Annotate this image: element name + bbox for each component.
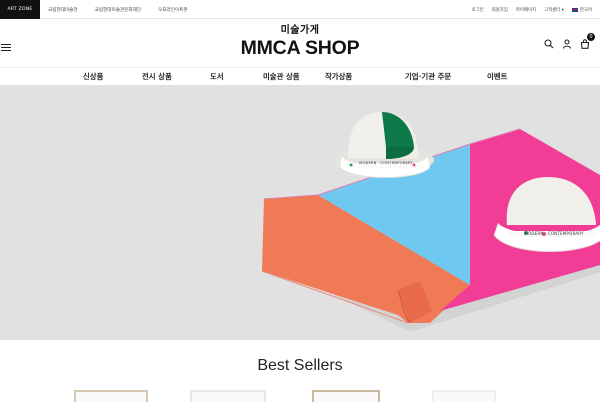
- hero-product-image: [261, 112, 600, 332]
- product-thumb-1[interactable]: [74, 390, 148, 402]
- signup-link[interactable]: 회원가입: [492, 7, 508, 13]
- hat-band-left: MODERN · CONTEMPORARY: [359, 161, 413, 165]
- top-link-foundation[interactable]: 국립현대미술관문화재단: [95, 7, 142, 13]
- brand-korean: 미술가게: [280, 25, 320, 36]
- mypage-link[interactable]: 마이페이지: [516, 7, 536, 13]
- top-utility-bar: ART ZONE 국립현대미술관 국립현대미술관문화재단 오프라인이트존 로그인…: [0, 0, 600, 19]
- nav-events[interactable]: 이벤트: [487, 71, 507, 82]
- site-header: 미술가게 MMCA SHOP 0: [0, 19, 600, 67]
- nav-new-items[interactable]: 신상품: [83, 71, 103, 82]
- nav-corporate-order[interactable]: 기업·기관 주문: [405, 71, 451, 82]
- utility-links: 로그인 회원가입 마이페이지 고객센터 ▾ 한국어: [464, 0, 592, 19]
- customer-center-link[interactable]: 고객센터 ▾: [544, 7, 564, 13]
- top-link-offline[interactable]: 오프라인이트존: [158, 7, 188, 13]
- language-label: 한국어: [579, 7, 592, 13]
- nav-artist-goods[interactable]: 작가상품: [325, 71, 352, 82]
- hero-banner[interactable]: MODERN · CONTEMPORARY MODERN · CONTEMPOR…: [0, 85, 600, 340]
- login-link[interactable]: 로그인: [472, 7, 484, 13]
- header-icons: 0: [536, 33, 595, 53]
- cart-icon[interactable]: 0: [580, 33, 595, 53]
- search-icon[interactable]: [544, 34, 554, 53]
- top-link-mmca[interactable]: 국립현대미술관: [48, 7, 78, 13]
- top-links: 국립현대미술관 국립현대미술관문화재단 오프라인이트존: [48, 0, 205, 19]
- nav-books[interactable]: 도서: [210, 71, 224, 82]
- art-zone-tab[interactable]: ART ZONE: [0, 0, 40, 19]
- best-sellers-thumbnails: [0, 390, 600, 402]
- nav-museum-goods[interactable]: 미술관 상품: [263, 71, 300, 82]
- best-sellers-title: Best Sellers: [257, 357, 343, 374]
- user-icon[interactable]: [562, 34, 572, 53]
- korea-flag-icon: [571, 7, 578, 12]
- product-thumb-2[interactable]: [190, 390, 266, 402]
- language-selector[interactable]: 한국어: [571, 7, 592, 13]
- site-logo[interactable]: 미술가게 MMCA SHOP: [0, 25, 600, 59]
- product-thumb-4[interactable]: [432, 390, 496, 402]
- main-nav: 신상품 전시 상품 도서 미술관 상품 작가상품 기업·기관 주문 이벤트: [0, 67, 600, 85]
- cart-count-badge: 0: [587, 33, 595, 41]
- hat-band-right: MODERN · CONTEMPORARY: [524, 231, 584, 236]
- brand-title: MMCA SHOP: [240, 37, 360, 59]
- product-thumb-3[interactable]: [312, 390, 380, 402]
- nav-exhibition-goods[interactable]: 전시 상품: [142, 71, 172, 82]
- customer-center-label: 고객센터: [544, 7, 561, 13]
